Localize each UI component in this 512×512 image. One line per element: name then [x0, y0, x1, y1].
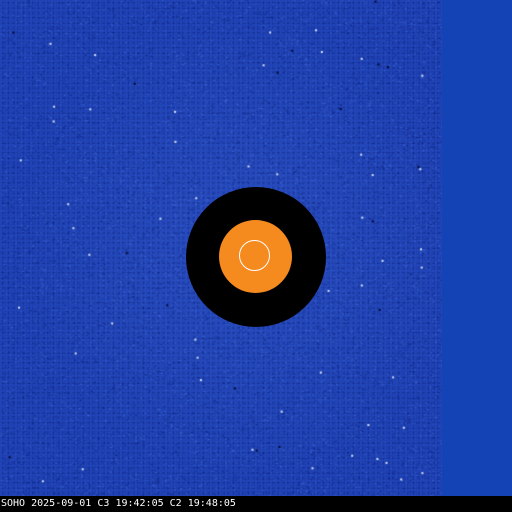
c3-label: C3 [97, 498, 110, 509]
observation-date: 2025-09-01 [31, 498, 92, 509]
c2-time: 19:48:05 [187, 498, 236, 509]
c3-time: 19:42:05 [115, 498, 164, 509]
image-edge-panel [442, 0, 512, 496]
c2-label: C2 [169, 498, 182, 509]
coronagraph-image [0, 0, 512, 496]
timestamp-bar: SOHO 2025-09-01 C3 19:42:05 C2 19:48:05 [0, 496, 512, 512]
observatory-label: SOHO [1, 498, 26, 509]
sun-outline-circle [239, 240, 270, 271]
